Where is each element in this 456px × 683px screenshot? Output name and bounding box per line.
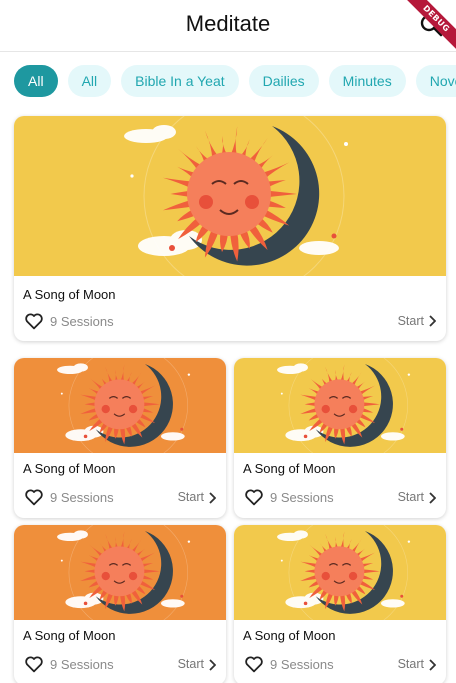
sun-moon-illustration (14, 116, 446, 276)
chip-minutes[interactable]: Minutes (328, 65, 406, 97)
heart-icon[interactable] (244, 655, 264, 673)
card-title: A Song of Moon (243, 461, 336, 476)
heart-icon[interactable] (24, 655, 44, 673)
start-button[interactable]: Start (178, 490, 204, 504)
meditation-card[interactable]: A Song of Moon 9 Sessions Start (234, 525, 446, 683)
sun-moon-illustration (234, 358, 446, 453)
chip-all-selected[interactable]: All (14, 65, 58, 97)
sessions-count: 9 Sessions (270, 657, 334, 672)
sessions-count: 9 Sessions (50, 314, 114, 329)
start-button[interactable]: Start (178, 657, 204, 671)
sessions-count: 9 Sessions (50, 490, 114, 505)
start-button[interactable]: Start (398, 490, 424, 504)
card-title: A Song of Moon (23, 628, 116, 643)
meditation-card[interactable]: A Song of Moon 9 Sessions Start (234, 358, 446, 518)
category-chips: All All Bible In a Yeat Dailies Minutes … (14, 65, 456, 99)
sun-moon-illustration (14, 358, 226, 453)
sessions-count: 9 Sessions (50, 657, 114, 672)
meditation-card[interactable]: A Song of Moon 9 Sessions Start (14, 525, 226, 683)
chevron-right-icon (429, 659, 436, 671)
chevron-right-icon (429, 492, 436, 504)
start-button[interactable]: Start (398, 657, 424, 671)
card-title: A Song of Moon (243, 628, 336, 643)
chevron-right-icon (209, 492, 216, 504)
heart-icon[interactable] (24, 488, 44, 506)
chip-bible-in-a-year[interactable]: Bible In a Yeat (121, 65, 239, 97)
card-title: A Song of Moon (23, 461, 116, 476)
app-bar: Meditate DEBUG (0, 0, 456, 53)
chip-all[interactable]: All (67, 65, 112, 97)
featured-meditation-card[interactable]: A Song of Moon 9 Sessions Start (14, 116, 446, 341)
page-title: Meditate (185, 11, 271, 36)
start-button[interactable]: Start (398, 314, 424, 328)
heart-icon[interactable] (24, 312, 44, 330)
chip-dailies[interactable]: Dailies (248, 65, 319, 97)
card-title: A Song of Moon (23, 287, 116, 302)
heart-icon[interactable] (244, 488, 264, 506)
chevron-right-icon (429, 315, 436, 327)
sun-moon-illustration (14, 525, 226, 620)
sun-moon-illustration (234, 525, 446, 620)
chevron-right-icon (209, 659, 216, 671)
sessions-count: 9 Sessions (270, 490, 334, 505)
meditation-card[interactable]: A Song of Moon 9 Sessions Start (14, 358, 226, 518)
search-icon[interactable] (418, 12, 446, 40)
chip-novena[interactable]: Noven (415, 65, 456, 97)
